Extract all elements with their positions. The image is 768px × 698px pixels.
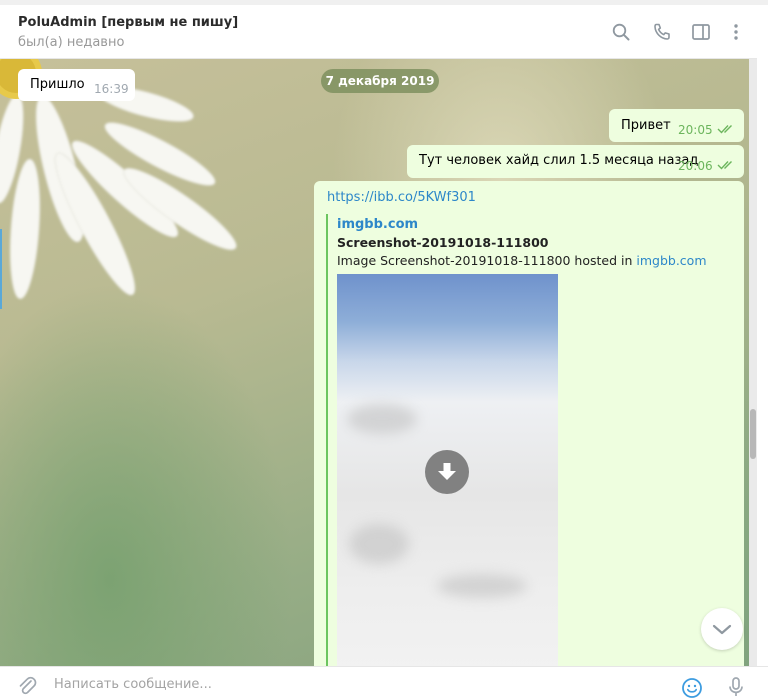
sidebar-toggle-icon[interactable] xyxy=(691,22,711,42)
scrollbar-thumb[interactable] xyxy=(750,409,756,459)
preview-description-link[interactable]: imgbb.com xyxy=(636,253,706,268)
chat-title[interactable]: PoluAdmin [первым не пишу] xyxy=(18,15,238,30)
preview-description-text: Image Screenshot-20191018-111800 hosted … xyxy=(337,253,637,268)
message-outgoing[interactable]: Привет 20:05 xyxy=(609,109,744,142)
read-checkmarks-icon xyxy=(717,125,732,134)
wallpaper-flower xyxy=(0,59,237,300)
more-vertical-icon[interactable] xyxy=(726,22,746,42)
message-incoming[interactable]: Пришло 16:39 xyxy=(18,69,135,101)
message-composer xyxy=(0,666,768,698)
link-preview[interactable]: imgbb.com Screenshot-20191018-111800 Ima… xyxy=(326,214,746,666)
message-text: Тут человек хайд слил 1.5 месяца назад xyxy=(419,153,699,168)
message-text: Привет xyxy=(621,118,671,133)
preview-image[interactable] xyxy=(337,274,558,666)
image-blur-shape xyxy=(349,524,409,564)
message-time: 20:06 xyxy=(678,159,713,173)
emoji-icon[interactable] xyxy=(681,677,703,698)
chat-scrollbar[interactable] xyxy=(749,59,757,666)
message-input[interactable] xyxy=(54,673,654,695)
microphone-icon[interactable] xyxy=(725,676,747,698)
scroll-to-bottom-button[interactable] xyxy=(701,608,743,650)
image-blur-shape xyxy=(437,574,527,598)
message-text: Пришло xyxy=(30,77,85,92)
preview-site-name: imgbb.com xyxy=(337,217,419,232)
preview-title: Screenshot-20191018-111800 xyxy=(337,235,549,250)
search-icon[interactable] xyxy=(611,22,631,42)
phone-icon[interactable] xyxy=(652,22,672,42)
chat-area[interactable]: 7 декабря 2019 Пришло 16:39 Привет 20:05… xyxy=(0,59,757,666)
message-time: 20:05 xyxy=(678,123,713,137)
message-outgoing-link[interactable]: https://ibb.co/5KWf301 imgbb.com Screens… xyxy=(314,181,744,666)
read-checkmarks-icon xyxy=(717,161,732,170)
attach-icon[interactable] xyxy=(16,675,38,697)
preview-description: Image Screenshot-20191018-111800 hosted … xyxy=(337,253,707,268)
message-outgoing[interactable]: Тут человек хайд слил 1.5 месяца назад 2… xyxy=(407,145,744,178)
chevron-down-icon xyxy=(712,624,732,635)
message-time: 16:39 xyxy=(94,82,129,96)
download-button[interactable] xyxy=(425,450,469,494)
chat-header: PoluAdmin [первым не пишу] был(а) недавн… xyxy=(0,5,757,59)
chat-status: был(а) недавно xyxy=(18,35,125,50)
date-separator: 7 декабря 2019 xyxy=(321,69,439,93)
selection-indicator xyxy=(0,229,2,309)
message-link[interactable]: https://ibb.co/5KWf301 xyxy=(327,190,476,205)
download-icon xyxy=(438,463,456,480)
image-blur-shape xyxy=(347,404,417,434)
